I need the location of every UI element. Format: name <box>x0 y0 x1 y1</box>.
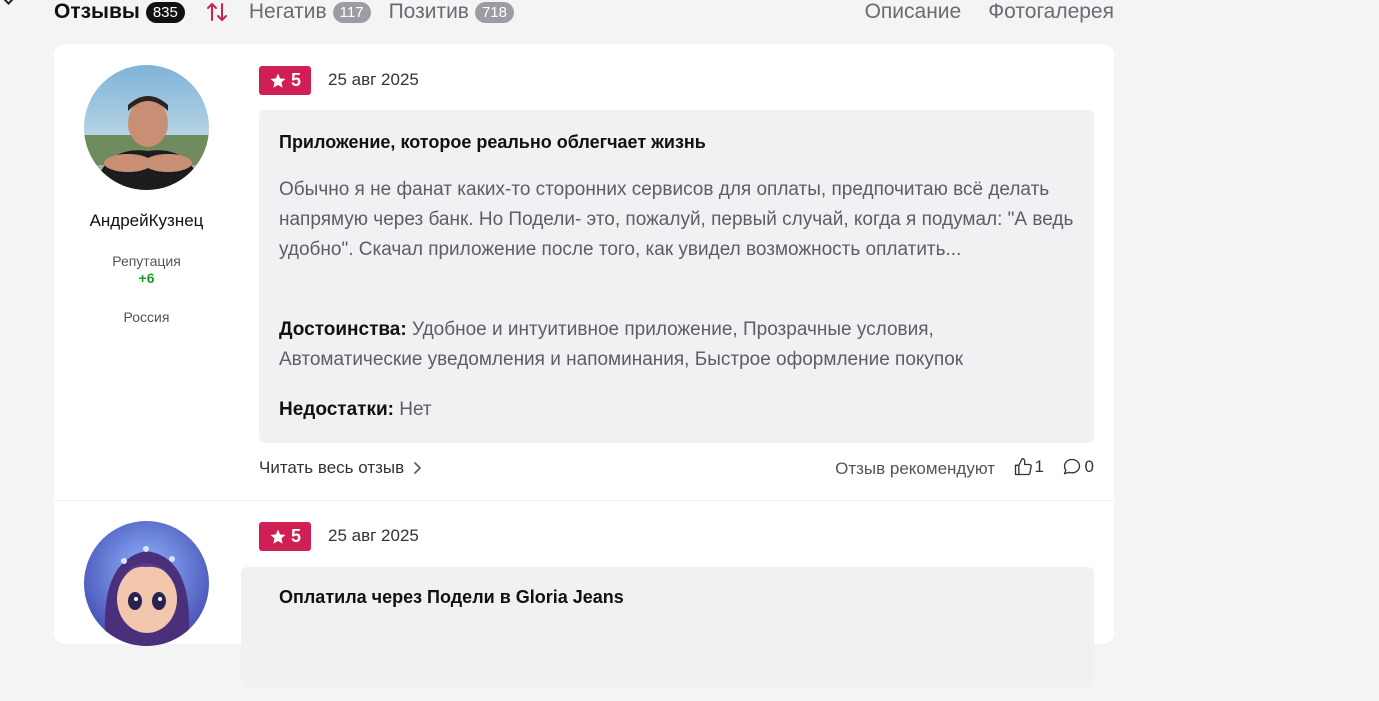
likes-count: 1 <box>1034 457 1044 476</box>
reviews-card: АндрейКузнец Репутация +6 Россия 5 25 ав… <box>54 44 1114 687</box>
rating-value: 5 <box>290 526 301 546</box>
review-body[interactable]: Приложение, которое реально облегчает жи… <box>259 110 1094 443</box>
comments-count: 0 <box>1084 457 1094 476</box>
chevron-right-icon <box>414 462 422 474</box>
cons-text: Нет <box>399 399 432 420</box>
rating-value: 5 <box>290 70 301 90</box>
tab-negative-count: 117 <box>332 1 371 23</box>
review-item: 5 25 авг 2025 Оплатила через Подели в Gl… <box>54 501 1114 701</box>
review-title[interactable]: Приложение, которое реально облегчает жи… <box>279 132 706 153</box>
recommend-label: Отзыв рекомендуют <box>835 459 995 478</box>
rating-badge: 5 <box>259 522 311 551</box>
like-button[interactable]: 1 <box>1013 457 1044 477</box>
review-date: 25 авг 2025 <box>328 70 419 89</box>
tab-negative-label: Негатив <box>248 0 327 23</box>
read-more-label: Читать весь отзыв <box>259 458 405 477</box>
reviews-tabs-bar: Отзывы 835 Негатив 117 Позитив 718 Описа… <box>54 0 1114 24</box>
thumbs-up-icon <box>1014 458 1032 476</box>
tab-positive[interactable]: Позитив 718 <box>389 0 514 24</box>
read-full-review-link[interactable]: Читать весь отзыв <box>259 458 422 478</box>
back-chevron-icon[interactable] <box>0 0 14 10</box>
author-name[interactable]: АндрейКузнец <box>54 211 239 231</box>
review-date: 25 авг 2025 <box>328 526 419 545</box>
tab-gallery[interactable]: Фотогалерея <box>988 0 1114 24</box>
sort-arrows-icon[interactable] <box>205 0 229 24</box>
tab-reviews-count: 835 <box>145 1 185 23</box>
review-text: Обычно я не фанат каких-то сторонних сер… <box>279 179 1074 260</box>
review-body[interactable]: Оплатила через Подели в Gloria Jeans <box>241 567 1094 687</box>
cons-label: Недостатки: <box>279 399 394 420</box>
reputation-value: +6 <box>138 270 155 286</box>
comment-bubble-icon <box>1063 458 1080 475</box>
tab-reviews-label: Отзывы <box>54 0 140 23</box>
tab-positive-count: 718 <box>474 1 514 23</box>
author-country: Россия <box>123 309 170 325</box>
avatar[interactable] <box>84 65 209 190</box>
pros-label: Достоинства: <box>279 319 407 340</box>
avatar[interactable] <box>84 521 209 646</box>
review-cons: Недостатки: Нет <box>279 395 1079 425</box>
star-icon <box>270 73 286 88</box>
review-pros: Достоинства: Удобное и интуитивное прило… <box>279 315 1079 375</box>
tab-reviews[interactable]: Отзывы 835 <box>54 0 185 24</box>
reputation-label: Репутация <box>112 253 181 269</box>
review-title[interactable]: Оплатила через Подели в Gloria Jeans <box>279 587 624 608</box>
tab-positive-label: Позитив <box>388 0 469 23</box>
tab-description[interactable]: Описание <box>865 0 962 24</box>
comments-button[interactable]: 0 <box>1062 457 1094 477</box>
tab-negative[interactable]: Негатив 117 <box>249 0 371 24</box>
rating-badge: 5 <box>259 66 311 95</box>
star-icon <box>270 529 286 544</box>
review-item: АндрейКузнец Репутация +6 Россия 5 25 ав… <box>54 44 1114 501</box>
